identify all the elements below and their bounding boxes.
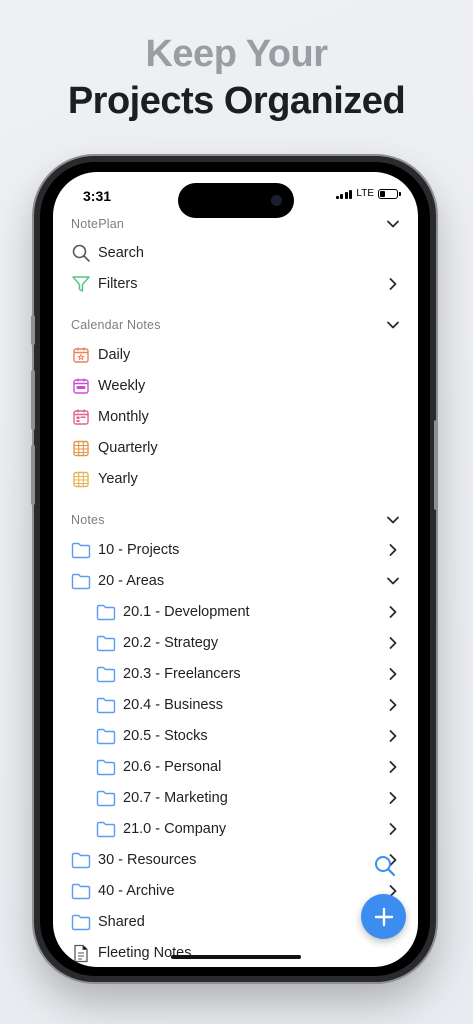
folder-icon (96, 664, 116, 684)
folder-label: Shared (98, 914, 145, 930)
status-indicators: LTE (335, 188, 401, 199)
sidebar-item-label: Search (98, 245, 144, 261)
app-screen: 3:31 LTE NotePlan Search Filters Calenda… (53, 172, 418, 967)
document-icon (71, 943, 91, 963)
sidebar-item-label: Monthly (98, 409, 149, 425)
folder-icon (96, 726, 116, 746)
sidebar-item-label: Filters (98, 276, 138, 292)
folder-label: 20.3 - Freelancers (123, 666, 241, 682)
folder-icon (96, 695, 116, 715)
subfolder-item[interactable]: 20.3 - Freelancers (96, 661, 400, 687)
home-indicator[interactable] (171, 955, 301, 959)
folder-icon (96, 602, 116, 622)
battery-icon (378, 188, 401, 199)
folder-icon (96, 819, 116, 839)
section-title: Notes (71, 513, 105, 527)
folder-label: 10 - Projects (98, 542, 180, 558)
folder-icon (71, 850, 91, 870)
search-icon[interactable] (373, 854, 397, 878)
section-title: NotePlan (71, 217, 125, 231)
volume-up-button (31, 370, 35, 430)
headline-line1: Keep Your (145, 33, 328, 75)
filter-icon (71, 274, 91, 294)
signal-icon (335, 189, 353, 199)
add-note-button[interactable] (361, 894, 406, 939)
folder-label: 20 - Areas (98, 573, 165, 589)
folder-label: 20.5 - Stocks (123, 728, 208, 744)
dynamic-island (178, 183, 294, 218)
action-button (31, 315, 35, 345)
sidebar-item-daily[interactable]: Daily (71, 342, 400, 368)
folder-label: 20.6 - Personal (123, 759, 222, 775)
calendar-monthly-icon (71, 407, 91, 427)
section-title: Calendar Notes (71, 318, 161, 332)
network-label: LTE (356, 188, 374, 199)
subfolder-item[interactable]: 20.2 - Strategy (96, 630, 400, 656)
calendar-quarterly-icon (71, 438, 91, 458)
chevron-right-icon[interactable] (386, 729, 400, 743)
folder-item-fleeting-notes[interactable]: Fleeting Notes (71, 940, 400, 966)
sidebar-item-filters[interactable]: Filters (71, 271, 400, 297)
folder-item[interactable]: 20 - Areas (71, 568, 400, 594)
sidebar-item-search[interactable]: Search (71, 240, 400, 266)
calendar-weekly-icon (71, 376, 91, 396)
folder-label: 20.2 - Strategy (123, 635, 219, 651)
chevron-right-icon[interactable] (386, 760, 400, 774)
sidebar-item-weekly[interactable]: Weekly (71, 373, 400, 399)
folder-icon (71, 571, 91, 591)
chevron-down-icon[interactable] (386, 217, 400, 231)
folder-item[interactable]: 10 - Projects (71, 537, 400, 563)
folder-icon (71, 912, 91, 932)
sidebar-item-label: Quarterly (98, 440, 158, 456)
section-header-notes[interactable]: Notes (71, 510, 400, 530)
folder-label: 20.1 - Development (123, 604, 250, 620)
subfolder-item[interactable]: 20.5 - Stocks (96, 723, 400, 749)
chevron-down-icon[interactable] (386, 318, 400, 332)
folder-icon (71, 540, 91, 560)
chevron-right-icon[interactable] (386, 636, 400, 650)
status-time: 3:31 (83, 188, 112, 204)
subfolder-item[interactable]: 20.4 - Business (96, 692, 400, 718)
folder-icon (96, 633, 116, 653)
chevron-right-icon[interactable] (386, 698, 400, 712)
calendar-daily-icon (71, 345, 91, 365)
folder-label: 21.0 - Company (123, 821, 227, 837)
volume-down-button (31, 445, 35, 505)
folder-label: 20.4 - Business (123, 697, 223, 713)
chevron-down-icon[interactable] (386, 513, 400, 527)
plus-icon (374, 907, 393, 926)
folder-icon (96, 788, 116, 808)
folder-label: 40 - Archive (98, 883, 175, 899)
folder-label: 20.7 - Marketing (123, 790, 228, 806)
chevron-down-icon[interactable] (386, 574, 400, 588)
chevron-right-icon[interactable] (386, 822, 400, 836)
sidebar-item-yearly[interactable]: Yearly (71, 466, 400, 492)
headline-line2: Projects Organized (67, 80, 406, 122)
chevron-right-icon[interactable] (386, 543, 400, 557)
search-icon (71, 243, 91, 263)
sidebar-item-quarterly[interactable]: Quarterly (71, 435, 400, 461)
folder-item[interactable]: 40 - Archive (71, 878, 400, 904)
subfolder-item[interactable]: 20.7 - Marketing (96, 785, 400, 811)
calendar-yearly-icon (71, 469, 91, 489)
chevron-right-icon[interactable] (386, 791, 400, 805)
section-header-calendar[interactable]: Calendar Notes (71, 315, 400, 335)
subfolder-item[interactable]: 20.6 - Personal (96, 754, 400, 780)
sidebar-item-label: Weekly (98, 378, 146, 394)
chevron-right-icon[interactable] (386, 667, 400, 681)
folder-icon (96, 757, 116, 777)
sidebar-item-label: Daily (98, 347, 131, 363)
folder-label: 30 - Resources (98, 852, 197, 868)
folder-icon (71, 881, 91, 901)
subfolder-item[interactable]: 20.1 - Development (96, 599, 400, 625)
folder-item[interactable]: 30 - Resources (71, 847, 400, 873)
sidebar-item-label: Yearly (98, 471, 138, 487)
chevron-right-icon[interactable] (386, 277, 400, 291)
folder-item[interactable]: Shared (71, 909, 400, 935)
section-header-noteplan[interactable]: NotePlan (71, 214, 400, 234)
sidebar-item-monthly[interactable]: Monthly (71, 404, 400, 430)
chevron-right-icon[interactable] (386, 605, 400, 619)
subfolder-item[interactable]: 21.0 - Company (96, 816, 400, 842)
power-button (434, 420, 438, 510)
